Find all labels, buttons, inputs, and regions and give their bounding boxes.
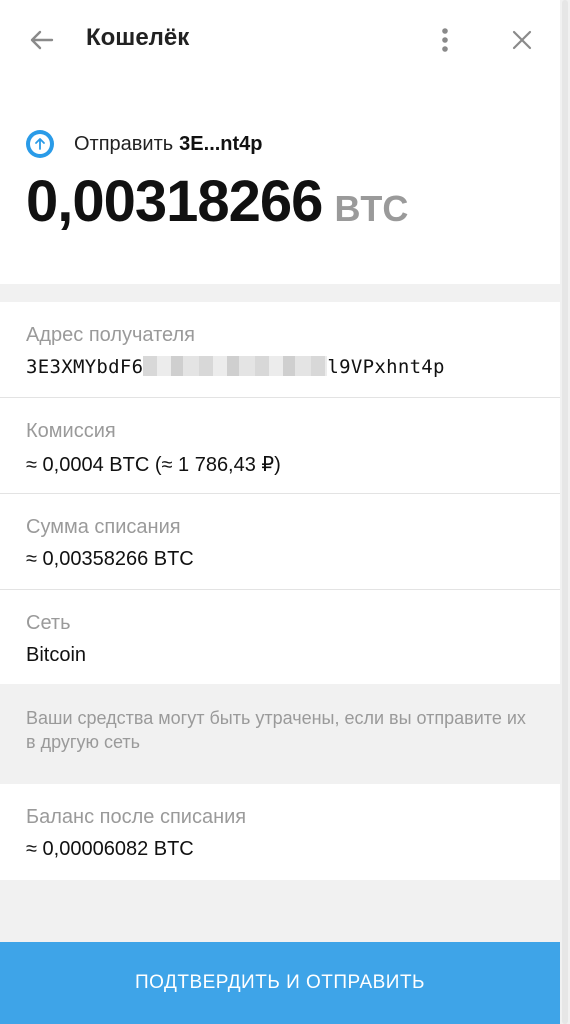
balance-label: Баланс после списания (26, 806, 247, 828)
recipient-address-end: l9VPxhnt4p (327, 356, 445, 378)
transfer-summary: Отправить 3E...nt4p 0,00318266 BTC (0, 80, 560, 284)
amount-line: 0,00318266 BTC (26, 168, 408, 240)
scrollbar-thumb[interactable] (562, 0, 568, 1024)
balance-after: Баланс после списания ≈ 0,00006082 BTC (0, 784, 560, 880)
confirm-send-label: ПОДТВЕРДИТЬ И ОТПРАВИТЬ (134, 972, 426, 993)
total-row: Сумма списания ≈ 0,00358266 BTC (0, 494, 560, 590)
page-title: Кошелёк (86, 24, 190, 51)
transfer-details: Адрес получателя 3E3XMYbdF6 l9VPxhnt4p Ко… (0, 302, 560, 684)
network-row: Сеть Bitcoin (0, 590, 560, 685)
fee-value: ≈ 0,0004 BTC (≈ 1 786,43 ₽) (26, 454, 281, 476)
fee-label: Комиссия (26, 420, 116, 442)
fee-row: Комиссия ≈ 0,0004 BTC (≈ 1 786,43 ₽) (0, 398, 560, 494)
network-warning: Ваши средства могут быть утрачены, если … (0, 684, 560, 784)
recipient-label: Адрес получателя (26, 324, 195, 346)
scrollbar[interactable] (560, 0, 570, 1024)
redacted-block (143, 356, 328, 376)
recipient-address-start: 3E3XMYbdF6 (26, 356, 144, 378)
back-button[interactable] (24, 22, 60, 58)
send-address-short: 3E...nt4p (179, 132, 263, 155)
send-label: Отправить (74, 132, 174, 155)
wallet-panel: Кошелёк Отправить 3E...nt4p 0,00318266 B… (0, 0, 560, 1024)
send-line: Отправить 3E...nt4p (26, 130, 263, 158)
more-menu-button[interactable] (430, 22, 460, 58)
arrow-up-circle-icon (26, 130, 54, 158)
warning-text: Ваши средства могут быть утрачены, если … (26, 708, 526, 752)
close-icon (512, 30, 532, 50)
recipient-address: 3E3XMYbdF6 l9VPxhnt4p (26, 356, 445, 378)
arrow-left-icon (30, 30, 54, 50)
total-value: ≈ 0,00358266 BTC (26, 548, 194, 570)
network-label: Сеть (26, 612, 71, 634)
recipient-row: Адрес получателя 3E3XMYbdF6 l9VPxhnt4p (0, 302, 560, 398)
close-button[interactable] (506, 24, 538, 56)
balance-value: ≈ 0,00006082 BTC (26, 838, 194, 860)
network-value: Bitcoin (26, 644, 87, 666)
confirm-send-button[interactable]: ПОДТВЕРДИТЬ И ОТПРАВИТЬ (0, 942, 560, 1024)
total-label: Сумма списания (26, 516, 181, 538)
header: Кошелёк (0, 0, 560, 80)
amount-value: 0,00318266 (26, 169, 323, 234)
amount-currency: BTC (334, 188, 409, 229)
more-vertical-icon (442, 28, 448, 52)
